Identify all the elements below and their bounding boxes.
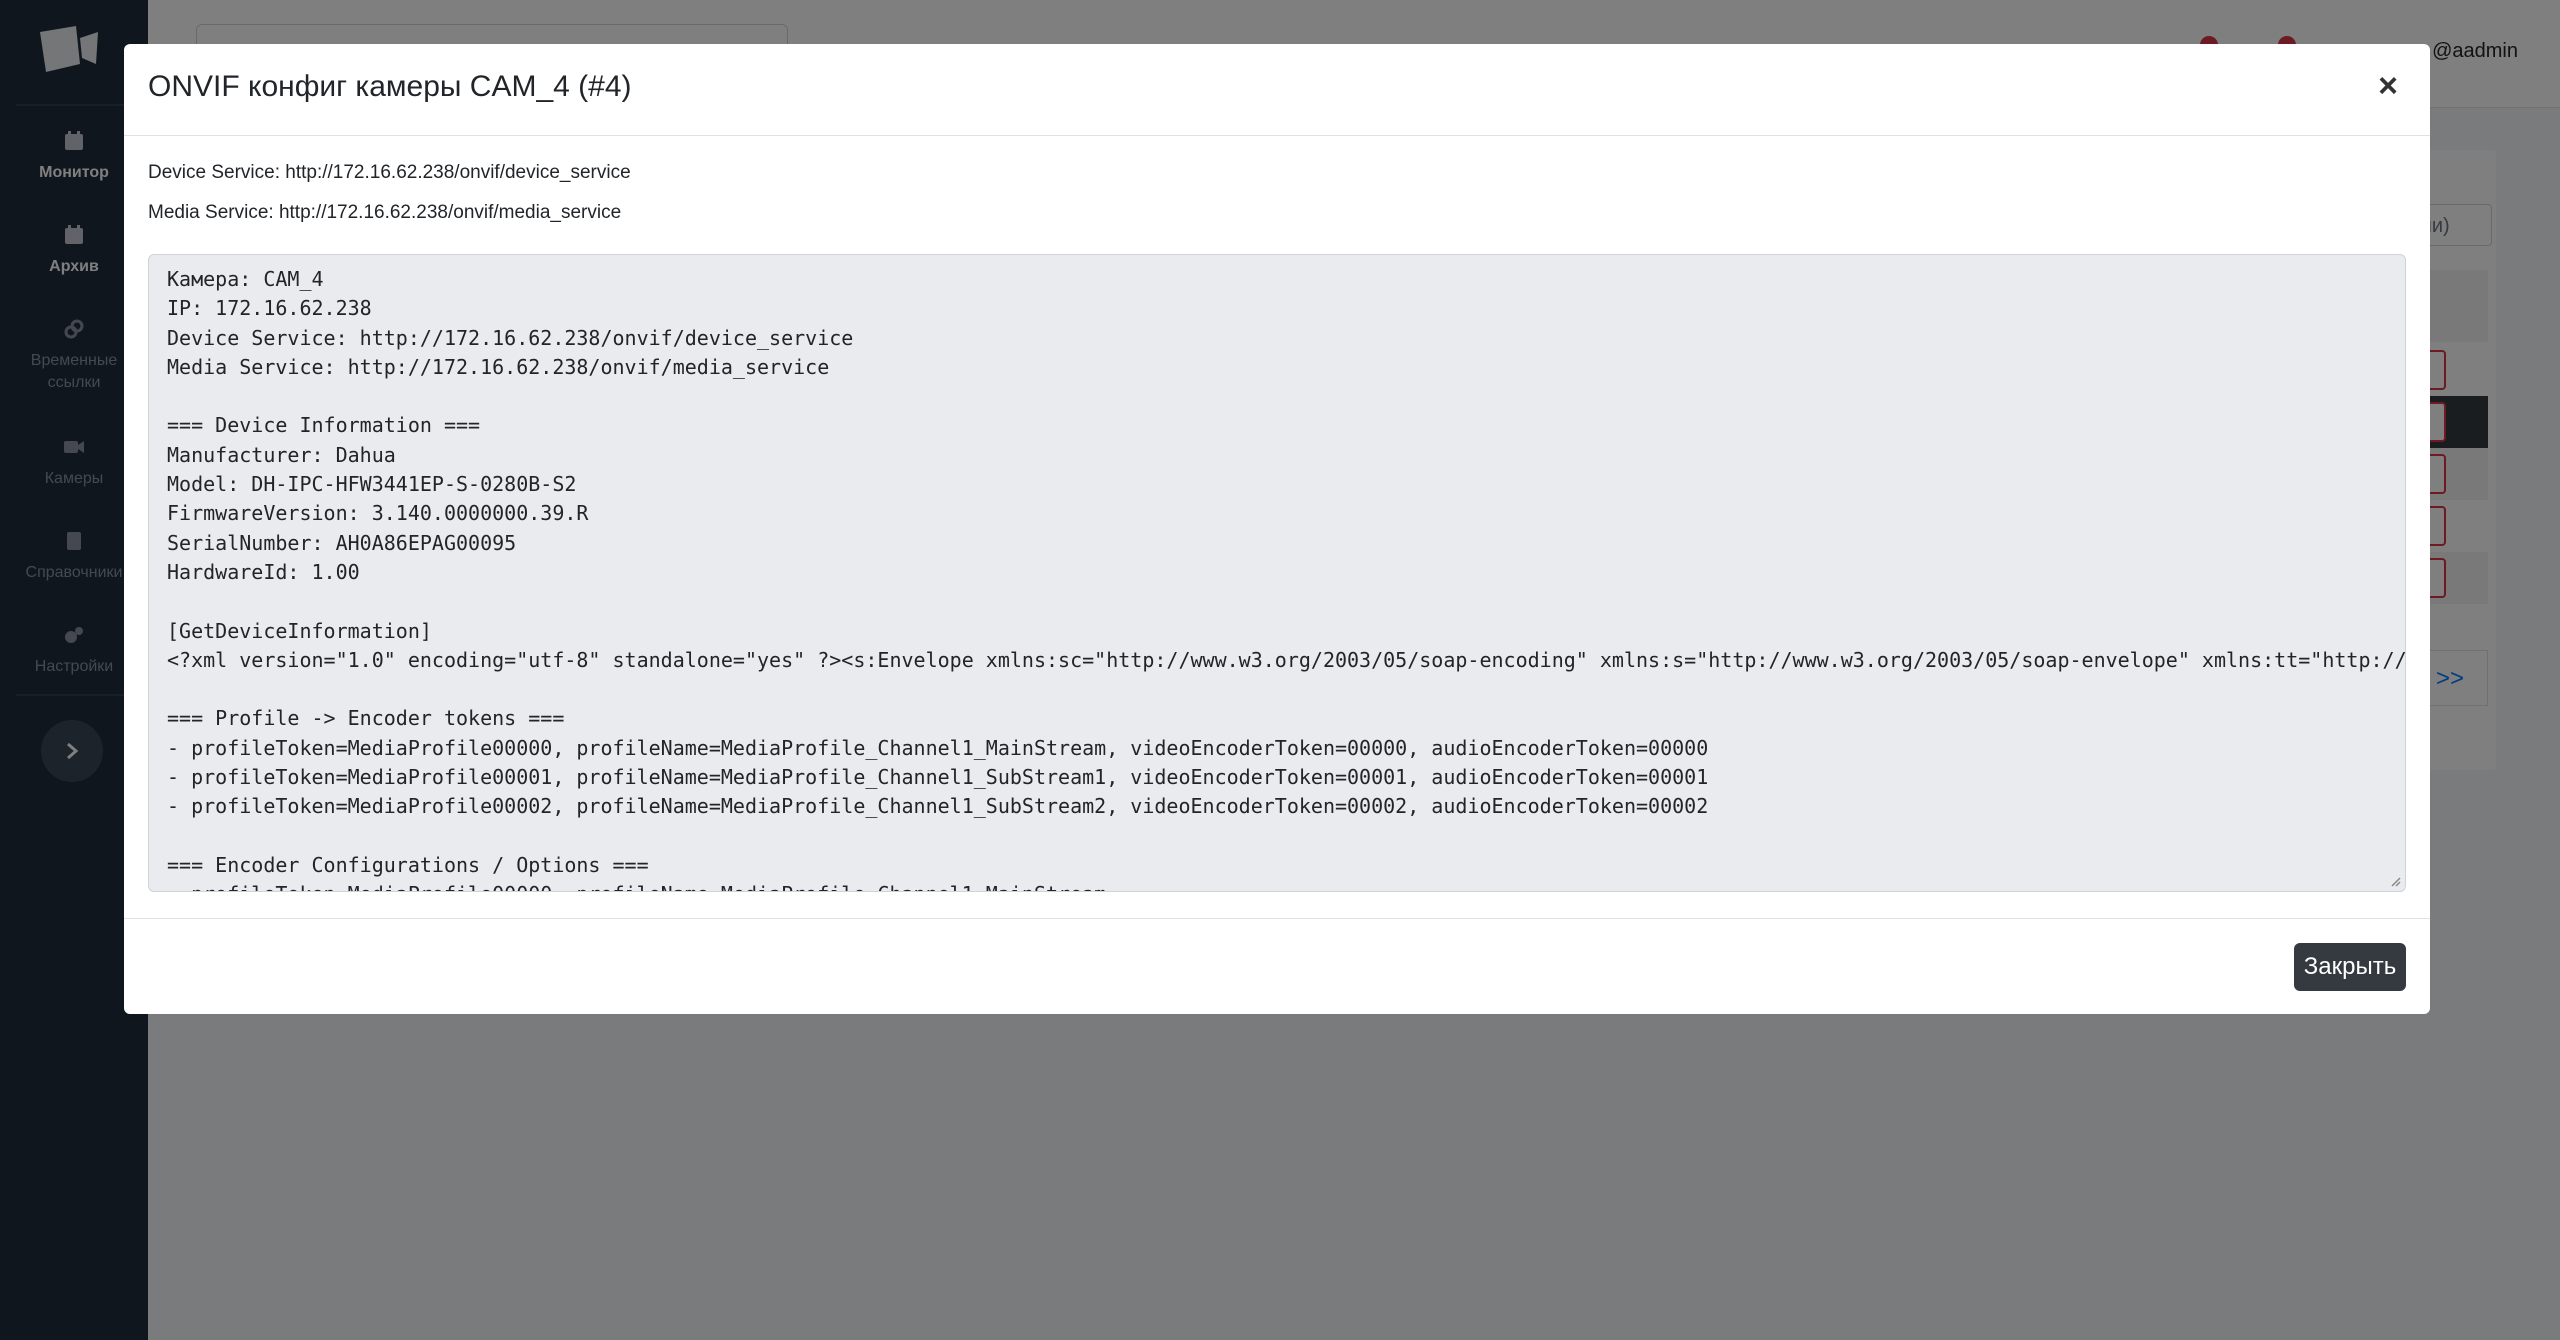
- config-line: Manufacturer: Dahua: [167, 442, 396, 467]
- config-line: - profileToken=MediaProfile00002, profil…: [167, 794, 1709, 819]
- config-line: [167, 382, 2405, 411]
- config-line: Device Service: http://172.16.62.238/onv…: [167, 325, 854, 350]
- config-line: - profileToken=MediaProfile00001, profil…: [167, 765, 1709, 790]
- device-service-url: Device Service: http://172.16.62.238/onv…: [148, 162, 631, 183]
- media-service-url: Media Service: http://172.16.62.238/onvi…: [148, 202, 622, 223]
- resize-grip-icon[interactable]: [2389, 875, 2401, 887]
- config-line: Media Service: http://172.16.62.238/onvi…: [167, 354, 830, 379]
- config-line: SerialNumber: AH0A86EPAG00095: [167, 530, 517, 555]
- close-icon[interactable]: ×: [2366, 64, 2410, 108]
- config-line: <?xml version="1.0" encoding="utf-8" sta…: [167, 647, 2406, 672]
- onvif-config-modal: ONVIF конфиг камеры CAM_4 (#4) × Device …: [124, 44, 2430, 1014]
- config-line: [167, 675, 2405, 704]
- close-button[interactable]: Закрыть: [2294, 943, 2406, 991]
- config-line: Model: DH-IPC-HFW3441EP-S-0280B-S2: [167, 472, 577, 497]
- config-line: - profileToken=MediaProfile00000, profil…: [167, 735, 1709, 760]
- config-text: Камера: CAM_4 IP: 172.16.62.238 Device Ser…: [167, 265, 2406, 891]
- config-line: === Profile -> Encoder tokens ===: [167, 706, 565, 731]
- config-line: FirmwareVersion: 3.140.0000000.39.R: [167, 501, 589, 526]
- config-line: IP: 172.16.62.238: [167, 296, 372, 321]
- config-line: === Device Information ===: [167, 413, 481, 438]
- modal-title: ONVIF конфиг камеры CAM_4 (#4): [148, 70, 632, 103]
- config-line: - profileToken=MediaProfile00000, profil…: [167, 880, 2405, 891]
- config-textarea[interactable]: Камера: CAM_4 IP: 172.16.62.238 Device Ser…: [148, 254, 2406, 892]
- config-line: [GetDeviceInformation]: [167, 618, 432, 643]
- config-line: Камера: CAM_4: [167, 267, 324, 291]
- config-line: HardwareId: 1.00: [167, 559, 360, 584]
- modal-footer: Закрыть: [124, 918, 2430, 1014]
- config-line: === Encoder Configurations / Options ===: [167, 852, 649, 877]
- config-line: [167, 822, 2405, 851]
- config-line: [167, 587, 2405, 616]
- modal-header: ONVIF конфиг камеры CAM_4 (#4) ×: [124, 44, 2430, 136]
